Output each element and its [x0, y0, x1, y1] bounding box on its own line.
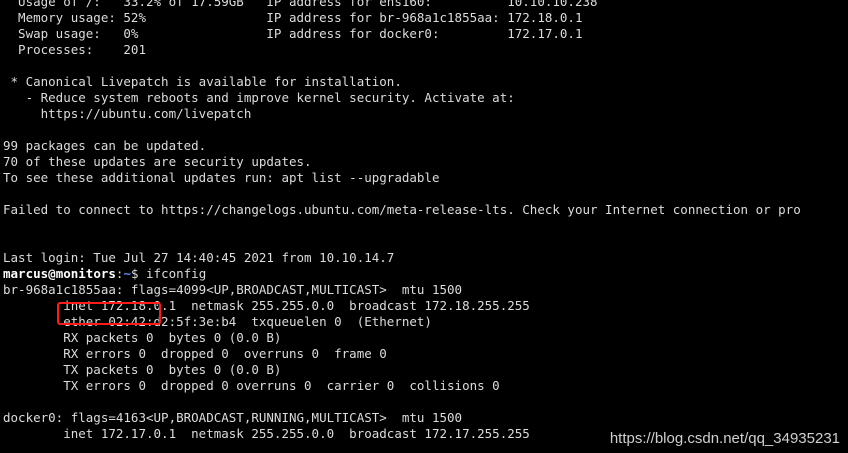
- sysinfo-line: Memory usage: 52% IP address for br-968a…: [3, 10, 583, 25]
- release-check-line: Failed to connect to https://changelogs.…: [3, 202, 801, 217]
- prompt-at: @: [48, 266, 56, 281]
- sysinfo-line: Swap usage: 0% IP address for docker0: 1…: [3, 26, 583, 41]
- updates-line: To see these additional updates run: apt…: [3, 170, 440, 185]
- sysinfo-line: Processes: 201: [3, 42, 146, 57]
- ifconfig-line: docker0: flags=4163<UP,BROADCAST,RUNNING…: [3, 410, 463, 425]
- prompt-user: marcus: [3, 266, 49, 281]
- livepatch-line: * Canonical Livepatch is available for i…: [3, 74, 402, 89]
- ifconfig-line: RX errors 0 dropped 0 overruns 0 frame 0: [3, 346, 387, 361]
- prompt-command: ifconfig: [146, 266, 207, 281]
- prompt-host: monitors: [55, 266, 116, 281]
- terminal-output: Usage of /: 33.2% of 17.59GB IP address …: [3, 0, 848, 442]
- ifconfig-line: TX packets 0 bytes 0 (0.0 B): [3, 362, 282, 377]
- updates-line: 99 packages can be updated.: [3, 138, 207, 153]
- sysinfo-line: Usage of /: 33.2% of 17.59GB IP address …: [3, 0, 598, 9]
- prompt-symbol: $: [130, 266, 147, 281]
- ifconfig-line: br-968a1c1855aa: flags=4099<UP,BROADCAST…: [3, 282, 463, 297]
- ifconfig-line: TX errors 0 dropped 0 overruns 0 carrier…: [3, 378, 500, 393]
- livepatch-url: https://ubuntu.com/livepatch: [3, 106, 252, 121]
- last-login-line: Last login: Tue Jul 27 14:40:45 2021 fro…: [3, 250, 395, 265]
- watermark-text: https://blog.csdn.net/qq_34935231: [609, 430, 840, 447]
- ifconfig-line: RX packets 0 bytes 0 (0.0 B): [3, 330, 282, 345]
- prompt-path: ~: [123, 266, 131, 281]
- inet-highlight-box: [57, 302, 161, 325]
- prompt-line: marcus@monitors:~$ ifconfig: [3, 266, 848, 282]
- updates-line: 70 of these updates are security updates…: [3, 154, 312, 169]
- livepatch-line: - Reduce system reboots and improve kern…: [3, 90, 515, 105]
